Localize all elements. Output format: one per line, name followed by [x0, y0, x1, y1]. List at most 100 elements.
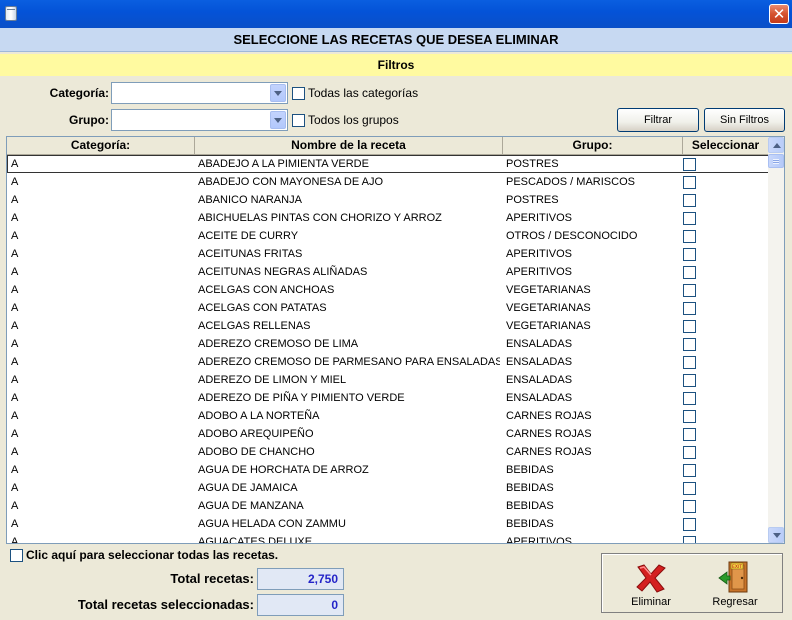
cell-nombre: ABADEJO CON MAYONESA DE AJO	[198, 176, 384, 188]
row-select-checkbox[interactable]	[683, 212, 696, 225]
chevron-down-icon[interactable]	[270, 111, 286, 129]
eliminar-button[interactable]: Eliminar	[610, 554, 692, 612]
categoria-combo[interactable]	[111, 82, 288, 104]
row-select-checkbox[interactable]	[683, 176, 696, 189]
table-row[interactable]: A ACEITUNAS FRITAS APERITIVOS	[7, 245, 769, 263]
column-header-seleccionar[interactable]: Seleccionar	[683, 137, 769, 154]
row-select-checkbox[interactable]	[683, 194, 696, 207]
table-row[interactable]: A AGUA DE JAMAICA BEBIDAS	[7, 479, 769, 497]
table-row[interactable]: A ACELGAS CON PATATAS VEGETARIANAS	[7, 299, 769, 317]
row-select-checkbox[interactable]	[683, 392, 696, 405]
cell-categoria: A	[11, 176, 19, 188]
cell-nombre: ADEREZO DE PIÑA Y PIMIENTO VERDE	[198, 392, 405, 404]
cell-grupo: POSTRES	[506, 158, 559, 170]
cell-grupo: OTROS / DESCONOCIDO	[506, 230, 638, 242]
cell-grupo: CARNES ROJAS	[506, 410, 592, 422]
cell-nombre: ADOBO AREQUIPEÑO	[198, 428, 314, 440]
todos-grupos-checkbox[interactable]	[292, 114, 305, 127]
table-row[interactable]: A ADEREZO DE PIÑA Y PIMIENTO VERDE ENSALAD…	[7, 389, 769, 407]
table-row[interactable]: A ACEITE DE CURRY OTROS / DESCONOCIDO	[7, 227, 769, 245]
exit-door-icon: EXIT	[718, 561, 748, 593]
table-row[interactable]: A ABADEJO CON MAYONESA DE AJO PESCADOS / M…	[7, 173, 769, 191]
select-all-label[interactable]: Clic aquí para seleccionar todas las rec…	[26, 548, 278, 562]
chevron-down-icon[interactable]	[270, 84, 286, 102]
row-select-checkbox[interactable]	[683, 320, 696, 333]
todas-categorias-label: Todas las categorías	[308, 86, 419, 100]
grupo-label: Grupo:	[69, 113, 109, 127]
cell-nombre: ABICHUELAS PINTAS CON CHORIZO Y ARROZ	[198, 212, 442, 224]
select-all-checkbox[interactable]	[10, 549, 23, 562]
sin-filtros-button[interactable]: Sin Filtros	[704, 108, 785, 132]
cell-nombre: ACEITE DE CURRY	[198, 230, 299, 242]
todas-categorias-checkbox[interactable]	[292, 87, 305, 100]
cell-grupo: ENSALADAS	[506, 338, 573, 350]
recipes-grid[interactable]: Categoría: Nombre de la receta Grupo: Se…	[6, 136, 785, 544]
row-select-checkbox[interactable]	[683, 302, 696, 315]
row-select-checkbox[interactable]	[683, 356, 696, 369]
table-row[interactable]: A AGUA DE HORCHATA DE ARROZ BEBIDAS	[7, 461, 769, 479]
cell-nombre: AGUA DE HORCHATA DE ARROZ	[198, 464, 369, 476]
row-select-checkbox[interactable]	[683, 284, 696, 297]
row-select-checkbox[interactable]	[683, 518, 696, 531]
vertical-scrollbar[interactable]	[768, 137, 784, 543]
cell-nombre: ADEREZO DE LIMON Y MIEL	[198, 374, 347, 386]
row-select-checkbox[interactable]	[683, 338, 696, 351]
table-row[interactable]: A ADOBO DE CHANCHO CARNES ROJAS	[7, 443, 769, 461]
table-row[interactable]: A ADOBO A LA NORTEÑA CARNES ROJAS	[7, 407, 769, 425]
cell-nombre: ACELGAS CON ANCHOAS	[198, 284, 335, 296]
column-header-nombre[interactable]: Nombre de la receta	[195, 137, 503, 154]
grupo-combo[interactable]	[111, 109, 288, 131]
table-row[interactable]: A AGUA HELADA CON ZAMMU BEBIDAS	[7, 515, 769, 533]
row-select-checkbox[interactable]	[683, 428, 696, 441]
row-select-checkbox[interactable]	[683, 410, 696, 423]
cell-categoria: A	[11, 194, 19, 206]
row-select-checkbox[interactable]	[683, 248, 696, 261]
regresar-button[interactable]: EXIT Regresar	[694, 554, 776, 612]
row-select-checkbox[interactable]	[683, 500, 696, 513]
total-recetas-label: Total recetas:	[170, 571, 254, 586]
cell-nombre: ADOBO DE CHANCHO	[198, 446, 315, 458]
row-select-checkbox[interactable]	[683, 230, 696, 243]
cell-nombre: ADEREZO CREMOSO DE PARMESANO PARA ENSALA…	[198, 356, 500, 368]
grid-body: A ABADEJO A LA PIMIENTA VERDE POSTRES A ABAD…	[7, 155, 769, 543]
column-header-grupo[interactable]: Grupo:	[503, 137, 683, 154]
table-row[interactable]: A ADOBO AREQUIPEÑO CARNES ROJAS	[7, 425, 769, 443]
row-select-checkbox[interactable]	[683, 374, 696, 387]
row-select-checkbox[interactable]	[683, 158, 696, 171]
row-select-checkbox[interactable]	[683, 536, 696, 543]
table-row[interactable]: A ACELGAS CON ANCHOAS VEGETARIANAS	[7, 281, 769, 299]
row-select-checkbox[interactable]	[683, 482, 696, 495]
table-row[interactable]: A ABANICO NARANJA POSTRES	[7, 191, 769, 209]
table-row[interactable]: A ABICHUELAS PINTAS CON CHORIZO Y ARROZ AP…	[7, 209, 769, 227]
cell-grupo: APERITIVOS	[506, 212, 573, 224]
cell-nombre: ADEREZO CREMOSO DE LIMA	[198, 338, 359, 350]
filtrar-button[interactable]: Filtrar	[617, 108, 699, 132]
app-icon	[5, 6, 17, 21]
close-button[interactable]: ✕	[769, 4, 789, 24]
exit-sign-text: EXIT	[732, 564, 742, 570]
table-row[interactable]: A ADEREZO DE LIMON Y MIEL ENSALADAS	[7, 371, 769, 389]
cell-grupo: BEBIDAS	[506, 500, 554, 512]
cell-nombre: ABANICO NARANJA	[198, 194, 302, 206]
row-select-checkbox[interactable]	[683, 266, 696, 279]
scroll-up-button[interactable]	[768, 137, 784, 153]
scroll-thumb[interactable]	[768, 154, 784, 168]
table-row[interactable]: A ACEITUNAS NEGRAS ALIÑADAS APERITIVOS	[7, 263, 769, 281]
scroll-down-button[interactable]	[768, 527, 784, 543]
cell-grupo: VEGETARIANAS	[506, 284, 591, 296]
row-select-checkbox[interactable]	[683, 464, 696, 477]
page-title: SELECCIONE LAS RECETAS QUE DESEA ELIMINA…	[0, 28, 792, 52]
table-row[interactable]: A ACELGAS RELLENAS VEGETARIANAS	[7, 317, 769, 335]
table-row[interactable]: A AGUACATES DELUXE APERITIVOS	[7, 533, 769, 543]
cell-categoria: A	[11, 428, 19, 440]
cell-grupo: BEBIDAS	[506, 518, 554, 530]
table-row[interactable]: A ADEREZO CREMOSO DE PARMESANO PARA ENSAL…	[7, 353, 769, 371]
row-select-checkbox[interactable]	[683, 446, 696, 459]
column-header-categoria[interactable]: Categoría:	[7, 137, 195, 154]
cell-grupo: BEBIDAS	[506, 464, 554, 476]
action-panel: Eliminar EXIT Regresar	[601, 553, 783, 613]
cell-grupo: ENSALADAS	[506, 356, 573, 368]
table-row[interactable]: A AGUA DE MANZANA BEBIDAS	[7, 497, 769, 515]
table-row[interactable]: A ABADEJO A LA PIMIENTA VERDE POSTRES	[7, 155, 769, 173]
table-row[interactable]: A ADEREZO CREMOSO DE LIMA ENSALADAS	[7, 335, 769, 353]
